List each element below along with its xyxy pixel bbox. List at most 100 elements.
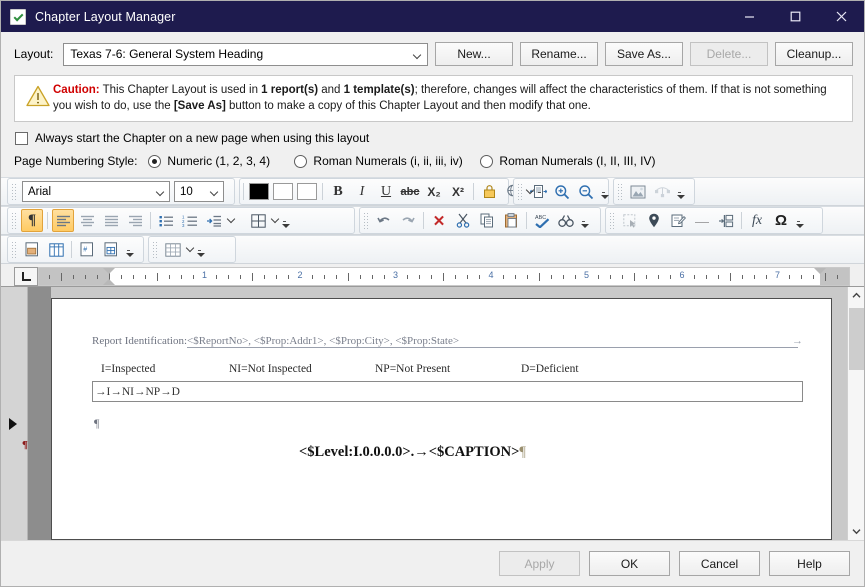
symbol-icon[interactable]: Ω [770, 209, 792, 232]
bold-button[interactable]: B [327, 180, 349, 203]
new-button[interactable]: New... [435, 42, 513, 66]
numbered-list-button[interactable]: 123 [179, 209, 201, 232]
radio-roman-lower[interactable]: Roman Numerals (i, ii, iii, iv) [294, 154, 480, 168]
find-button[interactable] [555, 209, 577, 232]
align-right-button[interactable] [124, 209, 146, 232]
spellcheck-button[interactable]: ABC [531, 209, 553, 232]
image-align-icon[interactable] [651, 180, 673, 203]
ruler-number: 2 [297, 270, 303, 280]
overflow-caret-icon[interactable] [578, 209, 589, 232]
checkbox-table-row[interactable]: →I→NI→NP→D [92, 381, 803, 402]
chevron-down-icon[interactable] [152, 182, 169, 201]
maximize-button[interactable] [772, 1, 818, 32]
scroll-down-arrow-icon[interactable] [848, 523, 865, 540]
align-center-button[interactable] [76, 209, 98, 232]
chevron-down-icon[interactable] [226, 209, 235, 232]
chevron-down-icon[interactable] [408, 43, 427, 65]
cancel-button[interactable]: Cancel [679, 551, 760, 576]
chevron-down-icon[interactable] [270, 209, 279, 232]
radio-roman-lower-indicator[interactable] [294, 154, 308, 168]
indent-button[interactable] [203, 209, 225, 232]
vertical-scrollbar[interactable] [847, 287, 864, 540]
close-button[interactable] [818, 1, 864, 32]
formula-icon[interactable]: fx [746, 209, 768, 232]
superscript-button[interactable]: X² [447, 180, 469, 203]
redo-button[interactable] [397, 209, 419, 232]
insert-page-icon[interactable] [21, 238, 43, 261]
scrollbar-track[interactable] [847, 304, 864, 523]
align-left-button[interactable] [52, 209, 74, 232]
horizontal-ruler[interactable]: 1 2 3 4 5 6 7 [38, 267, 850, 286]
overflow-caret-icon[interactable] [793, 209, 804, 232]
always-new-page-row[interactable]: Always start the Chapter on a new page w… [1, 122, 864, 145]
expand-panel-arrow-icon[interactable] [9, 418, 17, 430]
toolbar-grip-icon[interactable] [151, 240, 159, 259]
table-properties-icon[interactable] [162, 238, 184, 261]
rename-button[interactable]: Rename... [520, 42, 598, 66]
always-new-page-checkbox[interactable] [15, 131, 28, 145]
toolbar-grip-icon[interactable] [608, 211, 616, 230]
overflow-caret-icon[interactable] [194, 238, 205, 261]
show-formatting-marks-button[interactable]: ¶ [21, 209, 43, 232]
bullet-list-button[interactable] [155, 209, 177, 232]
layout-dropdown[interactable]: Texas 7-6: General System Heading [63, 42, 428, 66]
overflow-caret-icon[interactable] [674, 180, 685, 203]
insert-field-icon[interactable]: # [76, 238, 98, 261]
overflow-caret-icon[interactable] [279, 209, 290, 232]
tab-stop-selector[interactable] [14, 267, 38, 286]
scroll-up-arrow-icon[interactable] [848, 287, 865, 304]
toolbar-grip-icon[interactable] [10, 211, 18, 230]
select-all-icon[interactable] [619, 209, 641, 232]
text-color-swatch[interactable] [249, 183, 269, 200]
radio-numeric[interactable]: Numeric (1, 2, 3, 4) [148, 154, 294, 168]
undo-button[interactable] [373, 209, 395, 232]
save-as-button[interactable]: Save As... [605, 42, 683, 66]
font-size-dropdown[interactable]: 10 [174, 181, 224, 202]
italic-button[interactable]: I [351, 180, 373, 203]
toolbar-grip-icon[interactable] [616, 182, 624, 201]
insert-grid-icon[interactable] [45, 238, 67, 261]
insert-image-icon[interactable] [627, 180, 649, 203]
toolbar-grip-icon[interactable] [516, 182, 524, 201]
align-justify-button[interactable] [100, 209, 122, 232]
radio-roman-upper[interactable]: Roman Numerals (I, II, III, IV) [480, 154, 655, 168]
delete-button[interactable]: ✕ [428, 209, 450, 232]
zoom-out-icon[interactable] [575, 180, 597, 203]
subscript-button[interactable]: X₂ [423, 180, 445, 203]
location-pin-icon[interactable] [643, 209, 665, 232]
scrollbar-thumb[interactable] [848, 308, 864, 370]
background-color-swatch[interactable] [297, 183, 317, 200]
page-numbering-style-group: Page Numbering Style: Numeric (1, 2, 3, … [1, 145, 864, 168]
chevron-down-icon[interactable] [206, 182, 223, 201]
highlight-color-swatch[interactable] [273, 183, 293, 200]
help-button[interactable]: Help [769, 551, 850, 576]
radio-roman-upper-indicator[interactable] [480, 154, 494, 168]
font-name-dropdown[interactable]: Arial [22, 181, 170, 202]
underline-button[interactable]: U [375, 180, 397, 203]
chevron-down-icon[interactable] [185, 238, 194, 261]
cleanup-button[interactable]: Cleanup... [775, 42, 853, 66]
zoom-in-icon[interactable] [551, 180, 573, 203]
lock-icon[interactable] [478, 180, 500, 203]
horizontal-line-icon[interactable]: — [691, 209, 713, 232]
strikethrough-button[interactable]: abc [399, 180, 421, 203]
minimize-button[interactable] [726, 1, 772, 32]
ok-button[interactable]: OK [589, 551, 670, 576]
table-button[interactable] [247, 209, 269, 232]
overflow-caret-icon[interactable] [123, 238, 134, 261]
toolbar-grip-icon[interactable] [10, 240, 18, 259]
insert-data-field-icon[interactable] [100, 238, 122, 261]
copy-button[interactable] [476, 209, 498, 232]
radio-numeric-indicator[interactable] [148, 154, 162, 168]
page-break-icon[interactable] [715, 209, 737, 232]
cut-button[interactable] [452, 209, 474, 232]
document-page[interactable]: Report Identification: <$ReportNo>, <$Pr… [51, 298, 832, 540]
edit-note-icon[interactable] [667, 209, 689, 232]
first-line-indent-marker[interactable] [103, 268, 115, 274]
left-indent-marker[interactable] [103, 279, 115, 285]
overflow-caret-icon[interactable] [598, 180, 609, 203]
toolbar-grip-icon[interactable] [10, 182, 18, 201]
right-indent-marker[interactable] [814, 268, 827, 274]
paste-button[interactable] [500, 209, 522, 232]
toolbar-grip-icon[interactable] [362, 211, 370, 230]
